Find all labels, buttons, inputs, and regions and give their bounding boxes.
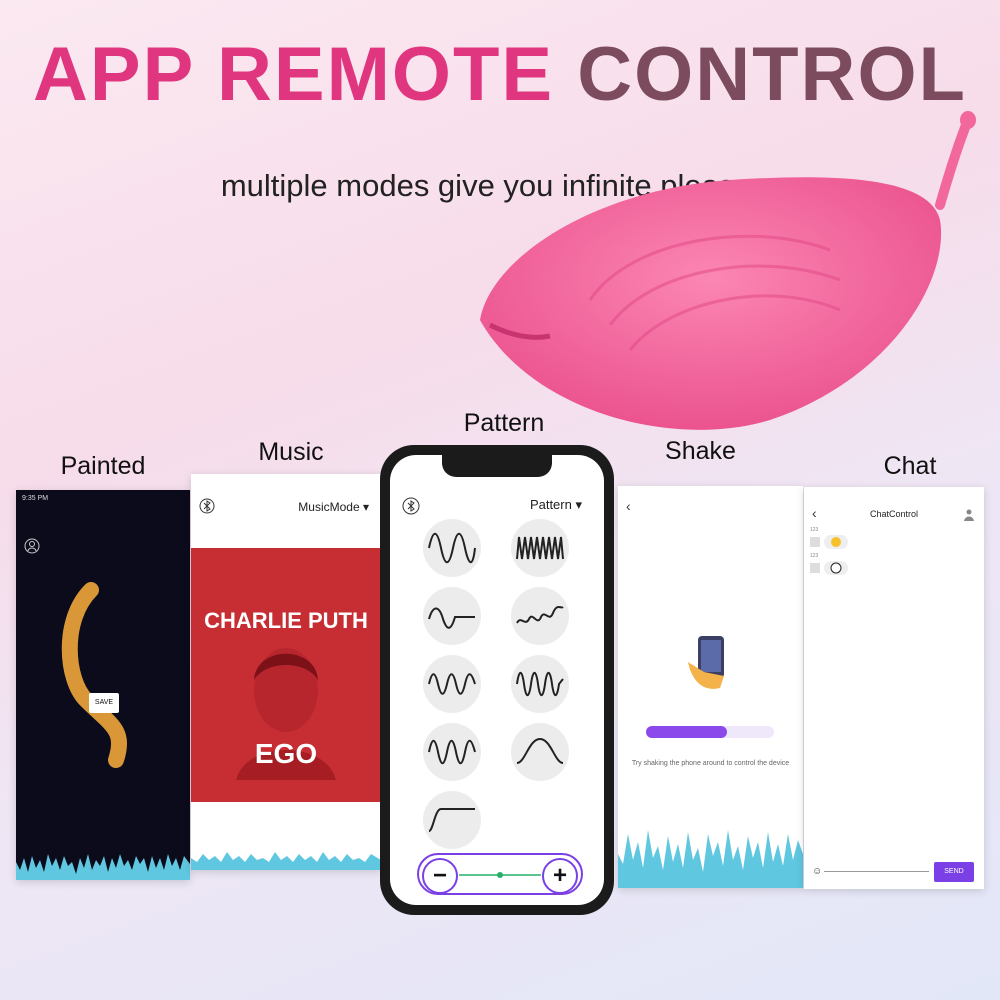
pattern-mode-label: Pattern bbox=[529, 497, 572, 512]
increase-button[interactable]: + bbox=[542, 858, 578, 894]
send-button[interactable]: SEND bbox=[934, 862, 974, 882]
pattern-button-3[interactable] bbox=[423, 587, 481, 645]
decrease-button[interactable]: − bbox=[422, 858, 458, 894]
painted-waveform bbox=[16, 854, 190, 880]
label-music: Music bbox=[258, 438, 324, 466]
phone-notch bbox=[442, 455, 552, 477]
ball-icon bbox=[810, 561, 848, 575]
pattern-button-4[interactable] bbox=[511, 587, 569, 645]
painted-stroke[interactable] bbox=[16, 490, 190, 880]
pattern-button-2[interactable] bbox=[511, 519, 569, 577]
shake-screen: ‹ Try shaking the phone around to contro… bbox=[618, 486, 803, 888]
painted-screen: 9:35 PM SAVE bbox=[16, 490, 190, 880]
music-waveform bbox=[191, 852, 381, 870]
headline-part1: APP REMOTE bbox=[33, 32, 555, 117]
chat-title: ChatControl bbox=[869, 509, 919, 519]
slider-track[interactable] bbox=[459, 872, 541, 878]
music-mode-label: MusicMode bbox=[298, 500, 360, 514]
album-cover: CHARLIE PUTH EGO Look At Me Now Charlie … bbox=[191, 548, 381, 844]
pattern-button-7[interactable] bbox=[423, 723, 481, 781]
music-mode-select[interactable]: MusicMode ▾ bbox=[298, 500, 369, 514]
chat-message bbox=[810, 535, 850, 554]
label-chat: Chat bbox=[883, 452, 937, 480]
headline-part2: CONTROL bbox=[577, 32, 967, 117]
label-shake: Shake bbox=[665, 437, 736, 465]
pattern-mode-select[interactable]: Pattern ▾ bbox=[530, 497, 582, 513]
pattern-button-8[interactable] bbox=[511, 723, 569, 781]
intensity-slider[interactable]: − + bbox=[417, 853, 583, 895]
song-title: Look At Me Now bbox=[209, 816, 282, 827]
user-icon[interactable] bbox=[964, 509, 974, 521]
chat-input[interactable] bbox=[824, 871, 929, 872]
album-artist: CHARLIE PUTH bbox=[204, 608, 368, 633]
pattern-button-6[interactable] bbox=[511, 655, 569, 713]
label-pattern: Pattern bbox=[463, 409, 545, 437]
message-tag: 123 bbox=[810, 527, 819, 533]
chat-message bbox=[810, 561, 850, 580]
label-painted: Painted bbox=[60, 452, 146, 480]
pattern-button-9[interactable] bbox=[423, 791, 481, 849]
smiley-icon bbox=[810, 535, 848, 549]
bluetooth-icon[interactable] bbox=[402, 497, 420, 515]
shake-waveform bbox=[618, 830, 803, 888]
save-button[interactable]: SAVE bbox=[89, 693, 119, 713]
product-image bbox=[480, 111, 976, 430]
album-title: EGO bbox=[254, 738, 318, 769]
back-icon[interactable]: ‹ bbox=[626, 498, 631, 514]
pattern-button-1[interactable] bbox=[423, 519, 481, 577]
bluetooth-icon[interactable] bbox=[199, 498, 215, 514]
message-tag: 123 bbox=[810, 553, 819, 559]
shake-hint: Try shaking the phone around to control … bbox=[631, 760, 790, 767]
pattern-screen: Pattern ▾ − + bbox=[390, 455, 604, 905]
pattern-button-5[interactable] bbox=[423, 655, 481, 713]
phone-hand-icon bbox=[688, 636, 724, 689]
shake-progress-bar bbox=[646, 726, 727, 738]
music-screen: MusicMode ▾ CHARLIE PUTH EGO Look At Me … bbox=[191, 474, 381, 870]
emoji-icon[interactable]: ☺ bbox=[812, 866, 822, 877]
phone-frame: Pattern ▾ − + bbox=[380, 445, 614, 915]
chat-screen: ‹ ChatControl 123 123 ☺ SEND bbox=[804, 487, 984, 889]
headline: APP REMOTE CONTROL bbox=[0, 30, 1000, 120]
